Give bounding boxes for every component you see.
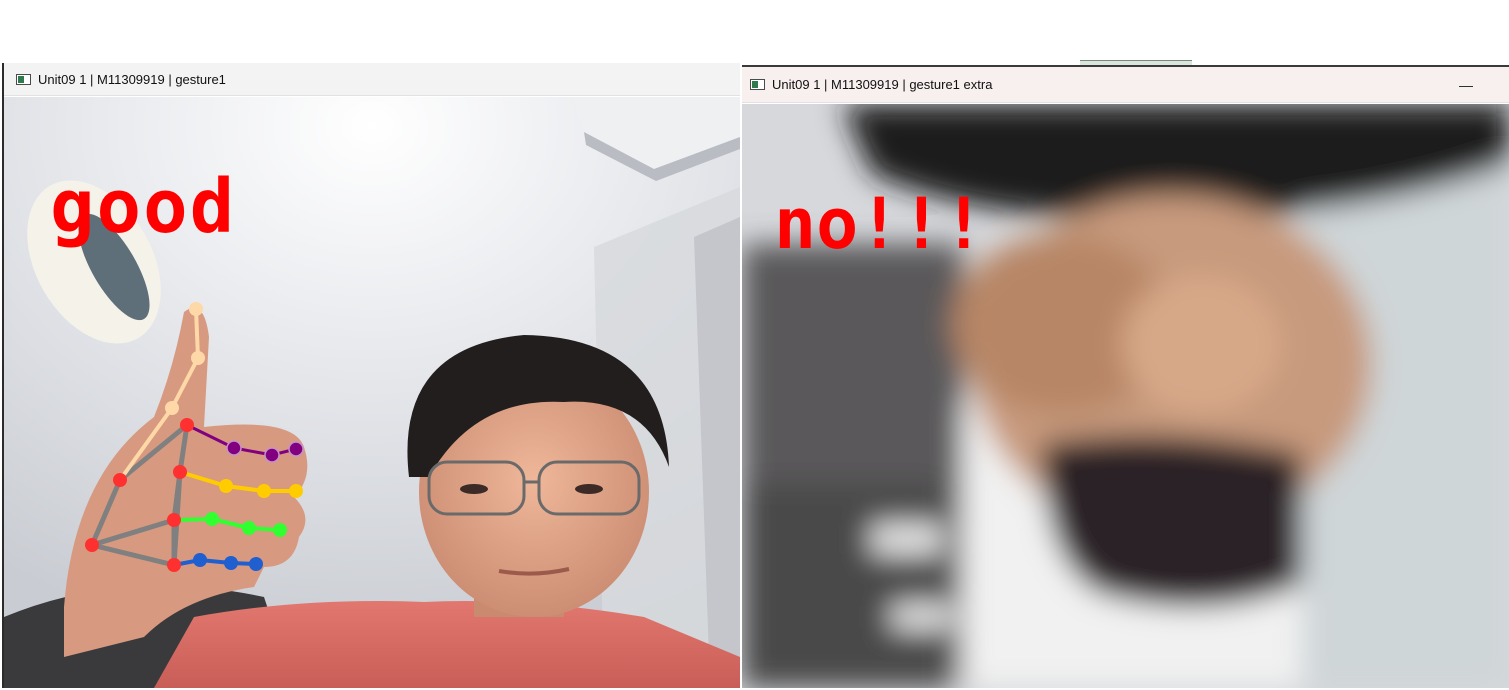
gesture-label: no!!! xyxy=(774,183,985,265)
gesture-label: good xyxy=(50,164,237,250)
camera-feed-blurred: no!!! xyxy=(742,104,1509,690)
gesture-extra-window[interactable]: Unit09 1 | M11309919 | gesture1 extra — xyxy=(742,65,1509,690)
window-title: Unit09 1 | M11309919 | gesture1 extra xyxy=(772,77,993,92)
camera-feed: good xyxy=(4,97,740,688)
minimize-icon[interactable]: — xyxy=(1453,73,1479,97)
title-bar[interactable]: Unit09 1 | M11309919 | gesture1 xyxy=(4,63,740,96)
window-title: Unit09 1 | M11309919 | gesture1 xyxy=(38,71,226,87)
gesture-window[interactable]: Unit09 1 | M11309919 | gesture1 good xyxy=(2,63,740,688)
app-window-icon xyxy=(750,79,765,90)
title-bar[interactable]: Unit09 1 | M11309919 | gesture1 extra — xyxy=(742,67,1509,103)
app-window-icon xyxy=(16,73,31,85)
